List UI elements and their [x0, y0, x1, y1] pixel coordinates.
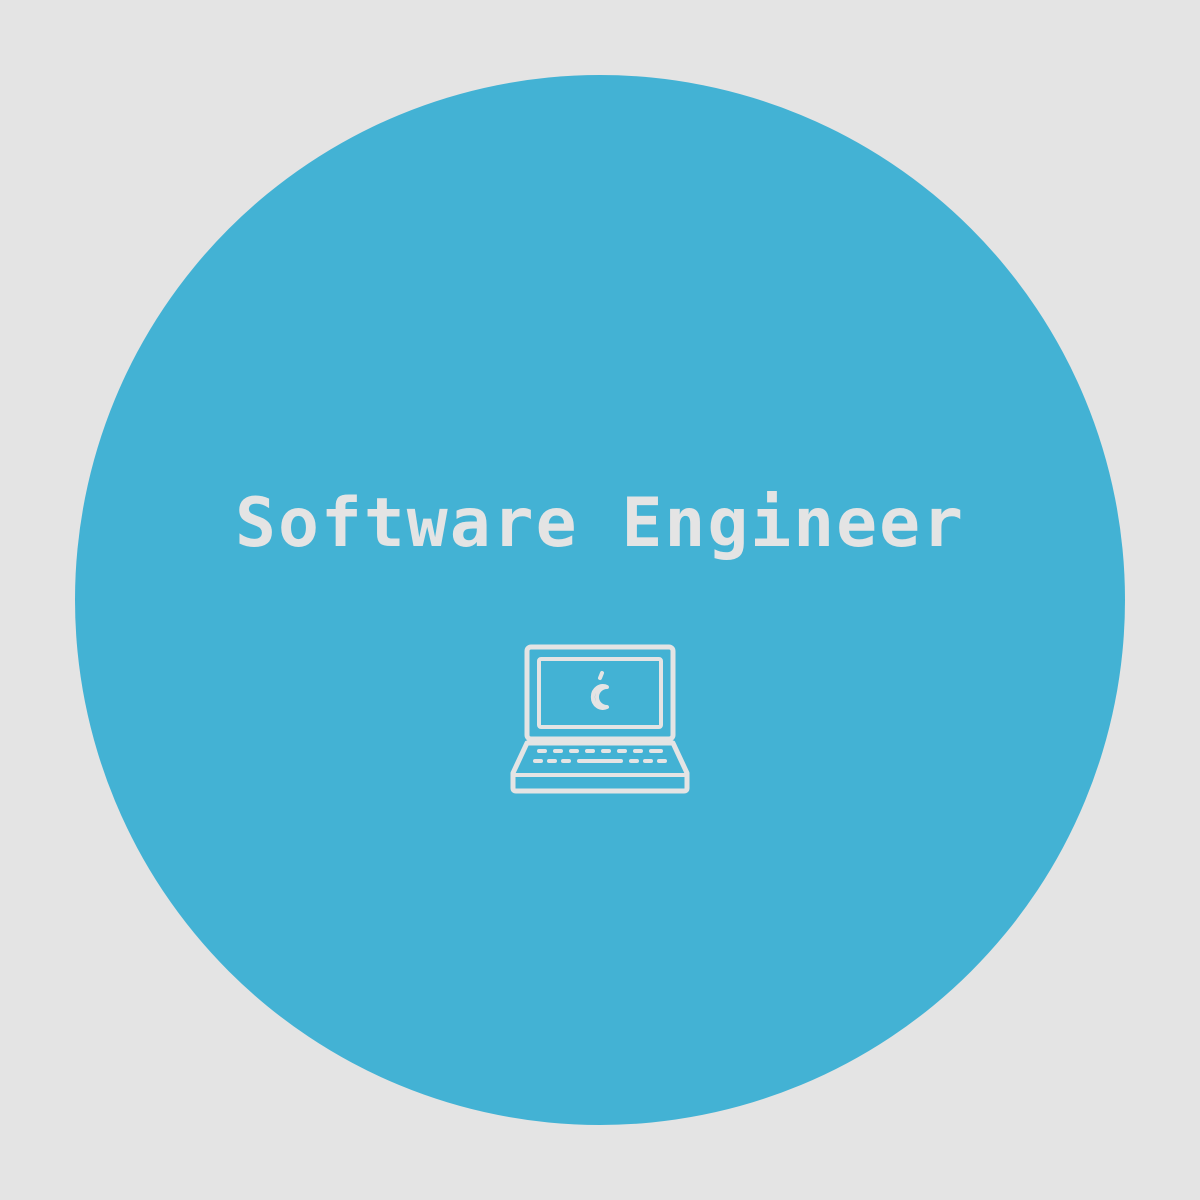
laptop-icon: [510, 644, 690, 794]
canvas: Software Engineer: [0, 0, 1200, 1200]
badge-circle: [75, 75, 1125, 1125]
apple-logo-icon: [590, 671, 609, 710]
title-text: Software Engineer: [235, 484, 965, 563]
keyboard-keys: [533, 749, 667, 763]
